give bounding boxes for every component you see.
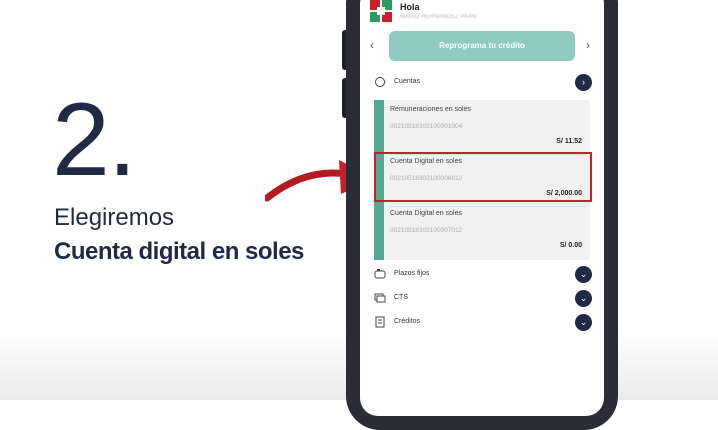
phone-screen: Hola MARIO HERNANDEZ PAAN ‹ Reprograma t… — [360, 0, 604, 416]
chevron-down-icon[interactable]: ⌄ — [575, 290, 592, 307]
section-plazos-fijos[interactable]: Plazos fijos ⌄ — [374, 266, 592, 284]
section-cts[interactable]: CTS ⌄ — [374, 290, 592, 308]
section-label: Cuentas — [394, 78, 421, 85]
account-number: 00210518302100001004 — [390, 123, 463, 130]
account-item[interactable]: Remuneraciones en soles 0021051830210000… — [390, 106, 586, 158]
user-id-text: MARIO HERNANDEZ PAAN — [400, 14, 477, 20]
step-number: 2. — [52, 82, 137, 198]
cards-icon — [374, 293, 386, 303]
carousel-next-button[interactable]: › — [586, 38, 590, 52]
chevron-down-icon[interactable]: ⌄ — [575, 266, 592, 283]
chevron-right-icon[interactable]: › — [575, 74, 592, 91]
step-target: Cuenta digital en soles — [54, 238, 304, 265]
wallet-icon — [375, 76, 386, 87]
account-number: 00210518302100007012 — [390, 227, 463, 234]
section-label: Créditos — [394, 318, 421, 325]
reprograma-credito-button[interactable]: Reprograma tu crédito — [389, 31, 575, 61]
account-balance: S/ 0.00 — [559, 242, 582, 249]
bank-logo-icon — [370, 0, 392, 22]
section-label: CTS — [394, 294, 408, 301]
document-icon — [375, 316, 385, 328]
divider — [390, 206, 586, 207]
section-cuentas[interactable]: Cuentas › — [374, 74, 592, 92]
section-creditos[interactable]: Créditos ⌄ — [374, 314, 592, 332]
section-label: Plazos fijos — [394, 270, 430, 277]
greeting-text: Hola — [400, 2, 420, 12]
account-balance: S/ 11.52 — [556, 138, 582, 145]
piggy-bank-icon — [374, 269, 386, 279]
account-name: Remuneraciones en soles — [390, 106, 471, 113]
account-name: Cuenta Digital en soles — [390, 210, 462, 217]
step-instruction: Elegiremos — [54, 204, 175, 231]
selected-account-highlight — [374, 152, 592, 202]
carousel-prev-button[interactable]: ‹ — [370, 38, 374, 52]
chevron-down-icon[interactable]: ⌄ — [575, 314, 592, 331]
account-item[interactable]: Cuenta Digital en soles 0021051830210000… — [390, 210, 586, 262]
